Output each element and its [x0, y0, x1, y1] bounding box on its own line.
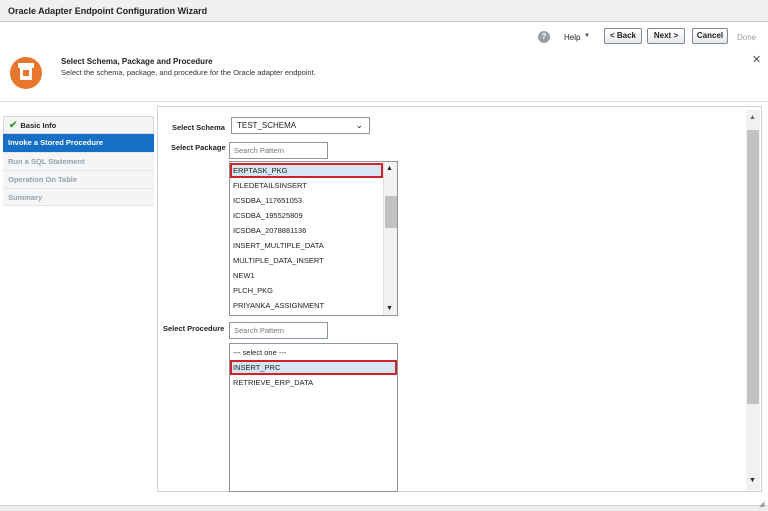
- procedure-label: Select Procedure: [163, 324, 225, 333]
- chevron-down-icon[interactable]: ▼: [584, 33, 590, 39]
- done-button: Done: [737, 33, 757, 42]
- window-bottom-edge: [0, 505, 768, 511]
- close-icon[interactable]: ✕: [752, 53, 761, 66]
- schema-select[interactable]: TEST_SCHEMA ⌄: [231, 117, 370, 134]
- scroll-down-icon[interactable]: ▼: [749, 477, 756, 484]
- sidebar-item-label: Operation On Table: [8, 175, 78, 184]
- list-item[interactable]: NEW1: [230, 268, 383, 283]
- list-item[interactable]: ICSDBA_2078881136: [230, 223, 383, 238]
- scroll-up-icon[interactable]: ▲: [749, 114, 756, 121]
- back-button[interactable]: < Back: [604, 28, 642, 44]
- sidebar-item-label: Summary: [8, 193, 43, 202]
- list-item[interactable]: ICSDBA_117651053: [230, 193, 383, 208]
- sidebar-item-invoke-stored-procedure[interactable]: Invoke a Stored Procedure: [3, 134, 154, 152]
- help-menu[interactable]: Help: [564, 33, 580, 42]
- list-item-placeholder[interactable]: --- select one ---: [230, 345, 397, 360]
- scrollbar-thumb[interactable]: [747, 130, 759, 404]
- package-search-input[interactable]: [229, 142, 328, 159]
- package-list[interactable]: ERPTASK_PKG FILEDETAILSINSERT ICSDBA_117…: [229, 161, 398, 316]
- stored-procedure-icon: [10, 57, 42, 89]
- scroll-up-icon[interactable]: ▲: [386, 165, 393, 172]
- next-button[interactable]: Next >: [647, 28, 685, 44]
- sidebar-item-label: Run a SQL Statement: [8, 157, 85, 166]
- scrollbar-thumb[interactable]: [385, 196, 397, 228]
- scroll-down-icon[interactable]: ▼: [386, 305, 393, 312]
- list-item[interactable]: ICSDBA_195525809: [230, 208, 383, 223]
- sidebar-item-run-sql-statement: Run a SQL Statement: [3, 152, 154, 170]
- list-item[interactable]: PRIYANKA_ASSIGNMENT: [230, 298, 383, 313]
- list-item[interactable]: INSERT_MULTIPLE_DATA: [230, 238, 383, 253]
- chevron-down-icon: ⌄: [355, 120, 363, 130]
- list-item[interactable]: RETRIEVE_ERP_DATA: [230, 375, 397, 390]
- cancel-button[interactable]: Cancel: [692, 28, 728, 44]
- schema-label: Select Schema: [172, 123, 225, 132]
- window-title-bar: Oracle Adapter Endpoint Configuration Wi…: [0, 0, 768, 22]
- schema-select-value: TEST_SCHEMA: [237, 121, 297, 130]
- panel-scrollbar[interactable]: ▲ ▼: [746, 110, 760, 490]
- sidebar-item-operation-on-table: Operation On Table: [3, 170, 154, 188]
- sidebar-item-label: Basic Info: [20, 121, 57, 130]
- check-icon: ✔: [9, 120, 18, 131]
- list-item-selected[interactable]: ERPTASK_PKG: [230, 163, 383, 178]
- list-item[interactable]: PLCH_PKG: [230, 283, 383, 298]
- sidebar-item-label: Invoke a Stored Procedure: [8, 138, 104, 147]
- list-item[interactable]: MULTIPLE_DATA_INSERT: [230, 253, 383, 268]
- sidebar-item-basic-info[interactable]: ✔ Basic Info: [3, 116, 154, 134]
- resize-grip-icon[interactable]: ◢: [759, 500, 764, 508]
- package-list-scrollbar[interactable]: ▲ ▼: [383, 162, 397, 315]
- procedure-list[interactable]: --- select one --- INSERT_PRC RETRIEVE_E…: [229, 343, 398, 492]
- sidebar-item-summary: Summary: [3, 188, 154, 206]
- procedure-search-input[interactable]: [229, 322, 328, 339]
- step-title: Select Schema, Package and Procedure: [61, 57, 213, 66]
- window-title: Oracle Adapter Endpoint Configuration Wi…: [8, 6, 208, 16]
- list-item[interactable]: FILEDETAILSINSERT: [230, 178, 383, 193]
- package-label: Select Package: [171, 143, 226, 152]
- help-circle-icon[interactable]: ?: [538, 31, 550, 43]
- step-subtitle: Select the schema, package, and procedur…: [61, 68, 316, 77]
- list-item-selected[interactable]: INSERT_PRC: [230, 360, 397, 375]
